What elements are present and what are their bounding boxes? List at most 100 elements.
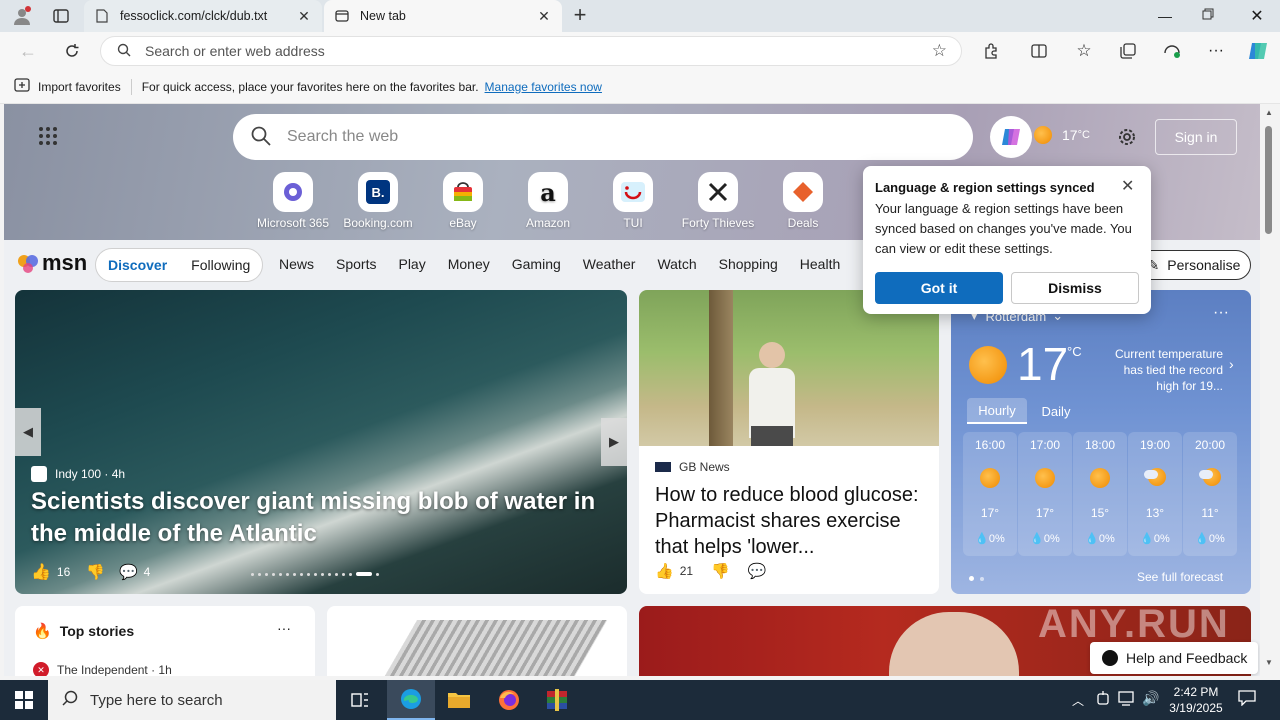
weather-more-icon[interactable]: ···: [1213, 304, 1229, 322]
like-icon[interactable]: 👍: [655, 562, 674, 580]
nav-weather[interactable]: Weather: [583, 256, 636, 272]
quick-link-label: TUI: [623, 216, 643, 230]
page-scrollbar[interactable]: ▲ ▼: [1261, 104, 1276, 676]
gb-news-story-card[interactable]: GB News How to reduce blood glucose: Pha…: [639, 290, 939, 594]
tab-fessoclick[interactable]: fessoclick.com/clck/dub.txt ✕: [84, 0, 322, 32]
clock[interactable]: 2:42 PM 3/19/2025: [1166, 684, 1226, 716]
like-icon[interactable]: 👍: [31, 562, 51, 582]
dislike-icon[interactable]: 👎: [86, 563, 105, 581]
start-button[interactable]: [0, 680, 48, 720]
scroll-down-icon[interactable]: ▼: [1265, 658, 1273, 667]
back-button[interactable]: ←: [14, 37, 42, 65]
restore-button[interactable]: [1202, 8, 1220, 22]
quick-link-booking[interactable]: B. Booking.com: [338, 172, 418, 230]
quick-link-forty-thieves[interactable]: Forty Thieves: [678, 172, 758, 230]
title-bar: fessoclick.com/clck/dub.txt ✕ New tab ✕ …: [0, 0, 1280, 32]
gb-headline[interactable]: How to reduce blood glucose: Pharmacist …: [655, 482, 927, 560]
notifications-icon[interactable]: [1238, 690, 1258, 708]
hero-story-card[interactable]: ◀ ▶ Indy 100 · 4h Scientists discover gi…: [15, 290, 627, 594]
scrollbar-thumb[interactable]: [1265, 126, 1272, 234]
close-window-button[interactable]: ✕: [1248, 6, 1266, 26]
collections-icon[interactable]: [1114, 37, 1142, 65]
tab-hourly[interactable]: Hourly: [967, 398, 1027, 424]
new-tab-button[interactable]: +: [570, 4, 590, 28]
taskbar-edge[interactable]: [387, 680, 435, 720]
tab-actions-icon[interactable]: [50, 6, 72, 26]
tab-daily[interactable]: Daily: [1027, 404, 1085, 419]
security-icon[interactable]: [1096, 691, 1110, 707]
import-favorites-button[interactable]: Import favorites: [38, 80, 121, 94]
close-icon[interactable]: ✕: [1121, 176, 1134, 196]
favorite-star-icon[interactable]: ☆: [932, 41, 947, 61]
comment-icon[interactable]: 💬: [748, 562, 767, 580]
quick-link-microsoft-365[interactable]: Microsoft 365: [253, 172, 333, 230]
taskbar-firefox[interactable]: [485, 680, 533, 720]
gear-icon[interactable]: [1116, 126, 1138, 148]
msn-logo[interactable]: msn: [16, 250, 87, 276]
tab-discover[interactable]: Discover: [108, 257, 167, 273]
quick-link-tui[interactable]: TUI: [593, 172, 673, 230]
weather-note[interactable]: Current temperature has tied the record …: [1099, 346, 1223, 394]
carousel-prev-button[interactable]: ◀: [15, 408, 41, 456]
performance-icon[interactable]: [1158, 37, 1186, 65]
quick-link-deals[interactable]: Deals: [763, 172, 843, 230]
msn-wordmark: msn: [42, 250, 88, 275]
nav-gaming[interactable]: Gaming: [512, 256, 561, 272]
nav-sports[interactable]: Sports: [336, 256, 376, 272]
header-weather[interactable]: 17 °C: [1034, 126, 1090, 144]
copilot-button[interactable]: [990, 116, 1032, 158]
help-feedback-button[interactable]: Help and Feedback: [1090, 642, 1258, 674]
story-card-heatsink[interactable]: [327, 606, 627, 676]
quick-link-label: Microsoft 365: [256, 216, 330, 230]
hero-headline[interactable]: Scientists discover giant missing blob o…: [31, 486, 617, 550]
quick-link-ebay[interactable]: eBay: [423, 172, 503, 230]
weather-card[interactable]: ▾ Rotterdam ⌄ ··· 17 °C Current temperat…: [951, 290, 1251, 594]
story-image: [376, 620, 608, 676]
nav-money[interactable]: Money: [448, 256, 490, 272]
got-it-button[interactable]: Got it: [875, 272, 1003, 304]
task-view-button[interactable]: [336, 680, 384, 720]
extensions-icon[interactable]: [977, 37, 1005, 65]
top-stories-more-icon[interactable]: ···: [277, 620, 291, 636]
see-full-forecast-link[interactable]: See full forecast: [1137, 570, 1223, 584]
drop-icon: 💧: [1030, 533, 1044, 545]
taskbar-file-explorer[interactable]: [435, 680, 483, 720]
profile-icon[interactable]: [10, 4, 34, 28]
deals-tag-icon: [793, 182, 813, 202]
nav-play[interactable]: Play: [398, 256, 425, 272]
web-search-box[interactable]: Search the web: [233, 114, 973, 160]
address-bar[interactable]: Search or enter web address ☆: [100, 36, 962, 66]
close-tab-icon[interactable]: ✕: [536, 8, 552, 25]
dismiss-button[interactable]: Dismiss: [1011, 272, 1139, 304]
dislike-icon[interactable]: 👎: [711, 562, 730, 580]
taskbar-search-box[interactable]: Type here to search: [48, 680, 336, 720]
tab-following[interactable]: Following: [191, 257, 250, 273]
chevron-right-icon[interactable]: ›: [1229, 356, 1234, 372]
settings-more-icon[interactable]: ···: [1202, 37, 1230, 65]
sign-in-button[interactable]: Sign in: [1155, 119, 1237, 155]
quick-link-amazon[interactable]: a Amazon: [508, 172, 588, 230]
address-placeholder: Search or enter web address: [145, 43, 325, 59]
personalise-button[interactable]: ✎ Personalise: [1137, 250, 1251, 280]
nav-shopping[interactable]: Shopping: [719, 256, 778, 272]
volume-icon[interactable]: 🔊: [1142, 690, 1159, 707]
carousel-next-button[interactable]: ▶: [601, 418, 627, 466]
favorites-icon[interactable]: ☆: [1070, 37, 1098, 65]
nav-health[interactable]: Health: [800, 256, 840, 272]
manage-favorites-link[interactable]: Manage favorites now: [485, 80, 602, 94]
copilot-icon[interactable]: [1244, 37, 1272, 65]
scroll-up-icon[interactable]: ▲: [1265, 108, 1273, 117]
chevron-up-icon[interactable]: ︿: [1072, 692, 1084, 709]
refresh-button[interactable]: [58, 37, 86, 65]
network-icon[interactable]: [1118, 691, 1136, 707]
nav-watch[interactable]: Watch: [657, 256, 696, 272]
taskbar-winrar[interactable]: [533, 680, 581, 720]
nav-news[interactable]: News: [279, 256, 314, 272]
split-screen-icon[interactable]: [1025, 37, 1053, 65]
apps-grid-icon[interactable]: [38, 126, 58, 146]
tab-new-tab[interactable]: New tab ✕: [324, 0, 562, 32]
close-tab-icon[interactable]: ✕: [296, 8, 312, 25]
minimize-button[interactable]: —: [1156, 8, 1174, 24]
comment-icon[interactable]: 💬: [119, 563, 138, 581]
folder-icon: [448, 693, 470, 708]
